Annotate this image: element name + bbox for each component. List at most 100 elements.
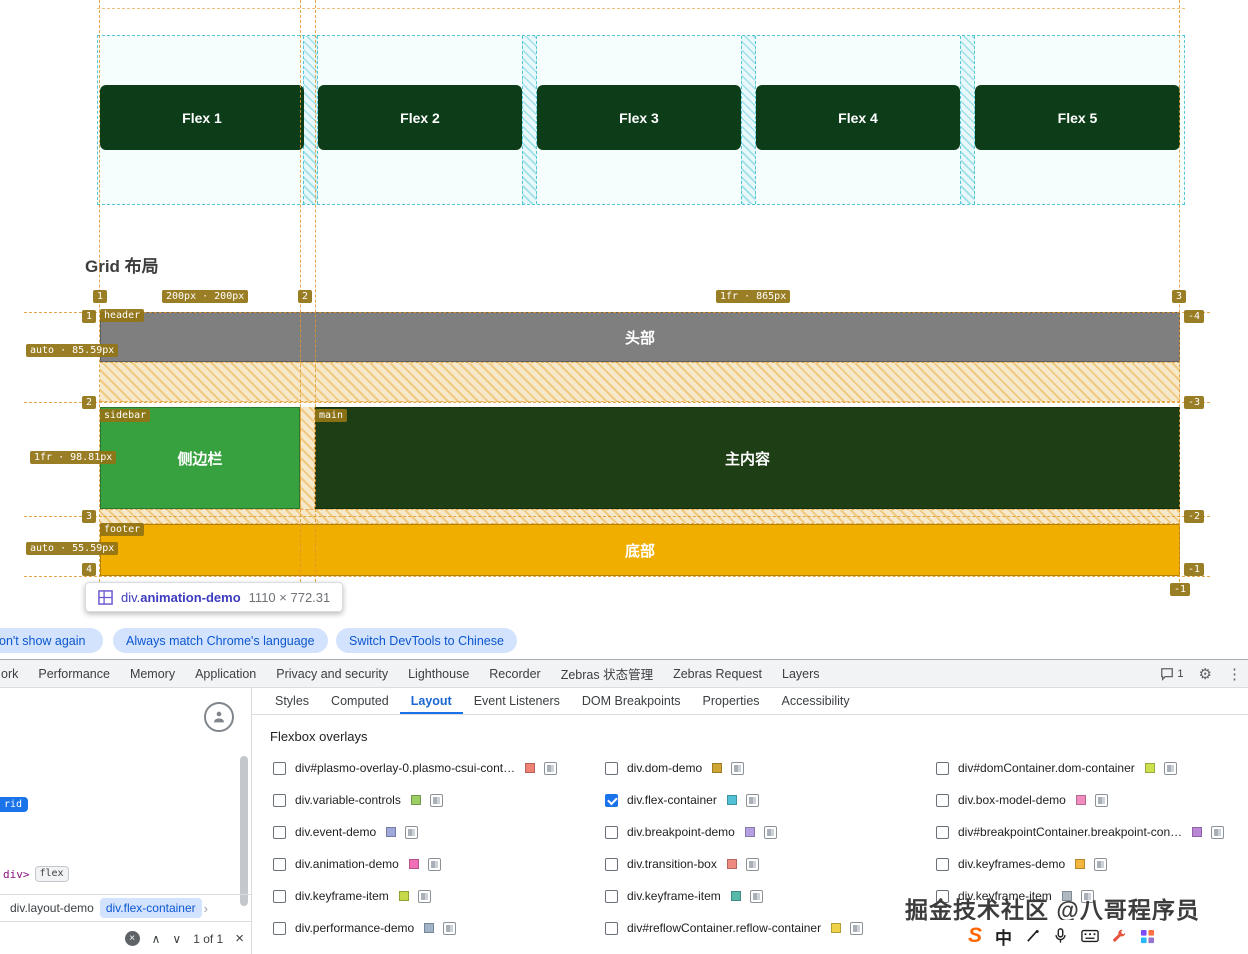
overlay-label: div.transition-box	[627, 857, 717, 871]
overlay-toggle-icon[interactable]	[1094, 793, 1108, 807]
overlay-column-1: div#plasmo-overlay-0.plasmo-csui-cont… d…	[273, 752, 558, 944]
overlay-checkbox[interactable]	[273, 761, 286, 775]
overlay-checkbox[interactable]	[605, 921, 618, 935]
breadcrumb-overflow-chevron[interactable]: ›	[204, 901, 208, 916]
match-language-button[interactable]: Always match Chrome's language	[113, 628, 328, 653]
microphone-icon[interactable]	[1053, 928, 1068, 944]
skin-wrench-icon[interactable]	[1112, 929, 1127, 944]
overlay-checkbox[interactable]	[273, 857, 286, 871]
overlay-checkbox[interactable]	[605, 857, 618, 871]
flex-item-1: Flex 1	[100, 85, 304, 150]
overlay-row: div.keyframe-item	[605, 880, 863, 912]
grid-row-line-label: 4	[82, 563, 97, 576]
color-swatch	[1075, 859, 1086, 869]
feedback-bubble-icon	[1161, 668, 1174, 681]
overlay-toggle-icon[interactable]	[731, 761, 745, 775]
overlay-toggle-icon[interactable]	[417, 889, 431, 903]
feedback-button[interactable]: 1	[1160, 667, 1184, 681]
tab-styles[interactable]: Styles	[264, 688, 320, 714]
overlay-checkbox[interactable]	[605, 793, 618, 807]
tab-zebras-request[interactable]: Zebras Request	[663, 667, 772, 681]
tab-lighthouse[interactable]: Lighthouse	[398, 667, 479, 681]
overlay-toggle-icon[interactable]	[427, 857, 441, 871]
overlay-toggle-icon[interactable]	[1211, 825, 1225, 839]
overlay-toggle-icon[interactable]	[405, 825, 419, 839]
breadcrumb-item-layout-demo[interactable]: div.layout-demo	[6, 898, 98, 918]
color-swatch	[744, 827, 755, 837]
pen-icon[interactable]	[1025, 929, 1040, 944]
grid-neg-row-line-label: -1	[1184, 563, 1205, 576]
grid-badge[interactable]: rid	[0, 797, 29, 812]
breadcrumb-item-flex-container[interactable]: div.flex-container	[99, 898, 202, 918]
dismiss-language-button[interactable]: on't show again	[0, 628, 103, 653]
keyboard-icon[interactable]	[1081, 929, 1099, 943]
color-swatch	[730, 891, 741, 901]
tab-memory[interactable]: Memory	[120, 667, 185, 681]
toolbox-grid-icon[interactable]	[1140, 929, 1155, 944]
overlay-label: div#breakpointContainer.breakpoint-con…	[958, 825, 1183, 839]
dom-tree-node[interactable]: div> flex	[3, 866, 69, 882]
tab-privacy-security[interactable]: Privacy and security	[266, 667, 398, 681]
overlay-toggle-icon[interactable]	[429, 793, 443, 807]
overlay-checkbox[interactable]	[605, 761, 618, 775]
overlay-toggle-icon[interactable]	[749, 889, 763, 903]
find-previous-icon[interactable]: ∧	[152, 932, 161, 946]
settings-gear-icon[interactable]: ⚙	[1199, 665, 1212, 683]
dom-tree-scrollbar[interactable]	[240, 756, 248, 906]
overlay-checkbox[interactable]	[936, 761, 949, 775]
overlay-checkbox[interactable]	[273, 825, 286, 839]
find-input[interactable]	[8, 931, 113, 946]
overlay-checkbox[interactable]	[936, 825, 949, 839]
grid-section-heading: Grid 布局	[85, 257, 159, 276]
tab-network[interactable]: ork	[0, 667, 28, 681]
elements-dom-pane: rid div> flex div.layout-demo div.flex-c…	[0, 688, 252, 954]
tab-application[interactable]: Application	[185, 667, 266, 681]
tab-performance[interactable]: Performance	[28, 667, 120, 681]
grid-row-track-label: auto · 55.59px	[26, 542, 119, 555]
overlay-checkbox[interactable]	[605, 825, 618, 839]
color-swatch	[424, 923, 435, 933]
overlay-checkbox[interactable]	[273, 921, 286, 935]
overlay-row: div.event-demo	[273, 816, 557, 848]
grid-neg-row-line-label: -3	[1184, 396, 1205, 409]
clear-search-icon[interactable]: ×	[124, 931, 140, 946]
overlay-toggle-icon[interactable]	[443, 921, 457, 935]
overlay-label: div.breakpoint-demo	[627, 825, 735, 839]
overlay-checkbox[interactable]	[936, 793, 949, 807]
overlay-toggle-icon[interactable]	[745, 857, 759, 871]
tab-dom-breakpoints[interactable]: DOM Breakpoints	[571, 688, 692, 714]
overlay-toggle-icon[interactable]	[745, 793, 759, 807]
more-options-icon[interactable]: ⋮	[1227, 665, 1242, 683]
dom-tag-text: div>	[3, 867, 30, 881]
overlay-checkbox[interactable]	[273, 793, 286, 807]
overlay-toggle-icon[interactable]	[1094, 857, 1108, 871]
overlay-label: div#plasmo-overlay-0.plasmo-csui-cont…	[295, 761, 516, 775]
grid-neg-row-line-label: -2	[1184, 510, 1205, 523]
close-find-icon[interactable]: ×	[235, 930, 244, 947]
sogou-logo-icon[interactable]: S	[968, 924, 982, 948]
overlay-toggle-icon[interactable]	[763, 825, 777, 839]
grid-row-track-label: auto · 85.59px	[26, 344, 119, 357]
grid-line-vertical	[315, 0, 316, 592]
find-next-icon[interactable]: ∨	[172, 932, 181, 946]
accessibility-person-button[interactable]	[204, 702, 234, 732]
tab-accessibility[interactable]: Accessibility	[771, 688, 861, 714]
chinese-mode-icon[interactable]: 中	[995, 924, 1012, 949]
tab-properties[interactable]: Properties	[692, 688, 771, 714]
overlay-checkbox[interactable]	[273, 889, 286, 903]
tab-computed[interactable]: Computed	[320, 688, 400, 714]
overlay-toggle-icon[interactable]	[1163, 761, 1177, 775]
flex-badge[interactable]: flex	[34, 866, 69, 882]
tab-layout[interactable]: Layout	[400, 688, 463, 714]
overlay-toggle-icon[interactable]	[850, 921, 864, 935]
tab-event-listeners[interactable]: Event Listeners	[463, 688, 571, 714]
overlay-checkbox[interactable]	[605, 889, 618, 903]
switch-devtools-chinese-button[interactable]: Switch DevTools to Chinese	[336, 628, 517, 653]
color-swatch	[1075, 795, 1086, 805]
grid-neg-row-line-label: -4	[1184, 310, 1205, 323]
tab-layers[interactable]: Layers	[772, 667, 830, 681]
tab-zebras-state[interactable]: Zebras 状态管理	[551, 664, 663, 683]
overlay-checkbox[interactable]	[936, 857, 949, 871]
tab-recorder[interactable]: Recorder	[479, 667, 550, 681]
overlay-toggle-icon[interactable]	[544, 761, 558, 775]
